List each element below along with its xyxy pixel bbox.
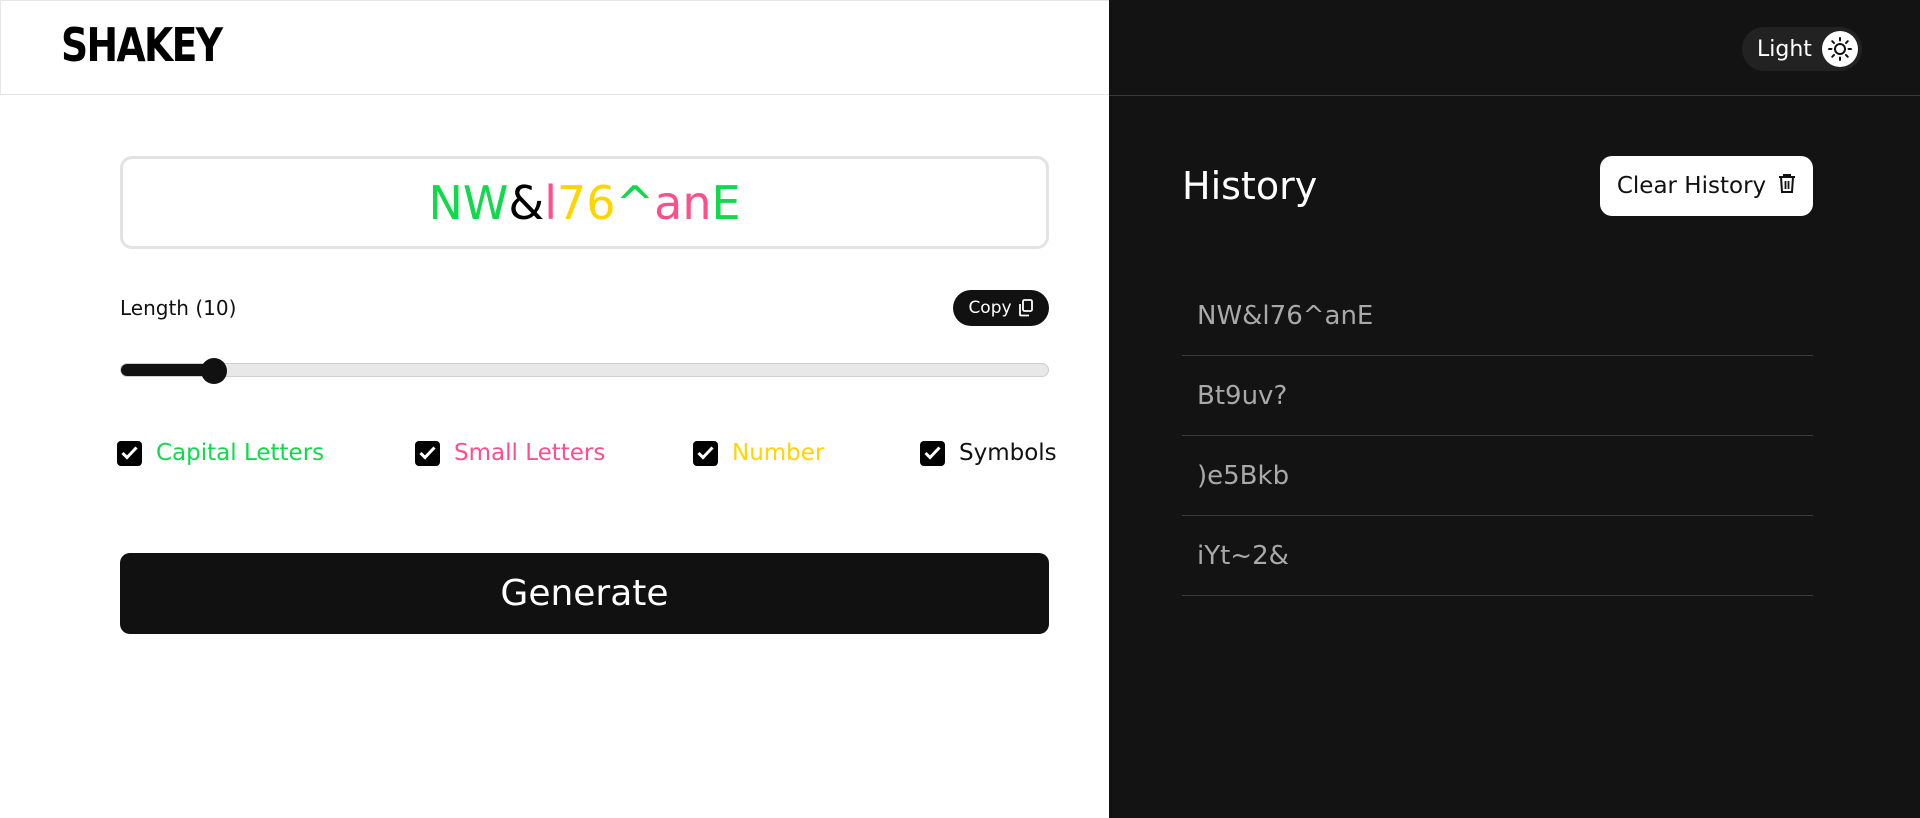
header-left: SHAKEY [0,0,1109,95]
password-char: 7 [557,175,587,230]
history-title: History [1182,164,1318,208]
symbols-checkbox[interactable] [920,440,945,466]
theme-toggle[interactable]: Light [1742,27,1862,71]
trash-icon [1778,173,1796,200]
option-number[interactable]: Number [693,440,824,466]
history-item[interactable]: iYt~2& [1182,516,1813,596]
character-options: Capital Letters Small Letters Number Sym… [117,440,1057,472]
history-pane: Light History Clear History NW&l76^anE B… [1109,0,1920,818]
history-item[interactable]: Bt9uv? [1182,356,1813,436]
small-letters-checkbox[interactable] [415,440,440,466]
header-right: Light [1109,0,1920,96]
copy-button-label: Copy [968,298,1012,318]
symbols-label: Symbols [959,440,1057,466]
length-slider[interactable] [120,358,1049,384]
app-logo: SHAKEY [61,18,223,72]
small-letters-label: Small Letters [454,440,606,466]
password-char: n [682,175,712,230]
password-char: l [544,175,557,230]
generate-button[interactable]: Generate [120,553,1049,634]
number-checkbox[interactable] [693,440,718,466]
copy-button[interactable]: Copy [953,290,1049,326]
theme-toggle-label: Light [1757,36,1812,62]
password-char: E [711,175,741,230]
history-list: NW&l76^anE Bt9uv? )e5Bkb iYt~2& [1182,276,1813,596]
option-small-letters[interactable]: Small Letters [415,440,605,466]
capital-letters-checkbox[interactable] [117,440,142,466]
password-char: N [428,175,463,230]
number-label: Number [732,440,825,466]
sun-icon [1822,31,1858,67]
password-char: W [462,175,509,230]
password-char: 6 [586,175,616,230]
clear-history-label: Clear History [1616,173,1767,199]
copy-icon [1018,299,1034,317]
generator-pane: SHAKEY N W & l 7 6 ^ a n E Length (10) Copy Capit… [0,0,1109,818]
capital-letters-label: Capital Letters [156,440,325,466]
length-label: Length (10) [120,296,237,320]
option-capital-letters[interactable]: Capital Letters [117,440,324,466]
length-slider-fill [121,364,214,376]
history-item[interactable]: )e5Bkb [1182,436,1813,516]
password-display: N W & l 7 6 ^ a n E [120,156,1049,249]
clear-history-button[interactable]: Clear History [1600,156,1813,216]
password-char: & [508,175,545,230]
password-char: a [654,175,683,230]
history-item[interactable]: NW&l76^anE [1182,276,1813,356]
length-slider-thumb[interactable] [200,358,227,384]
option-symbols[interactable]: Symbols [920,440,1057,466]
password-char: ^ [615,175,655,230]
